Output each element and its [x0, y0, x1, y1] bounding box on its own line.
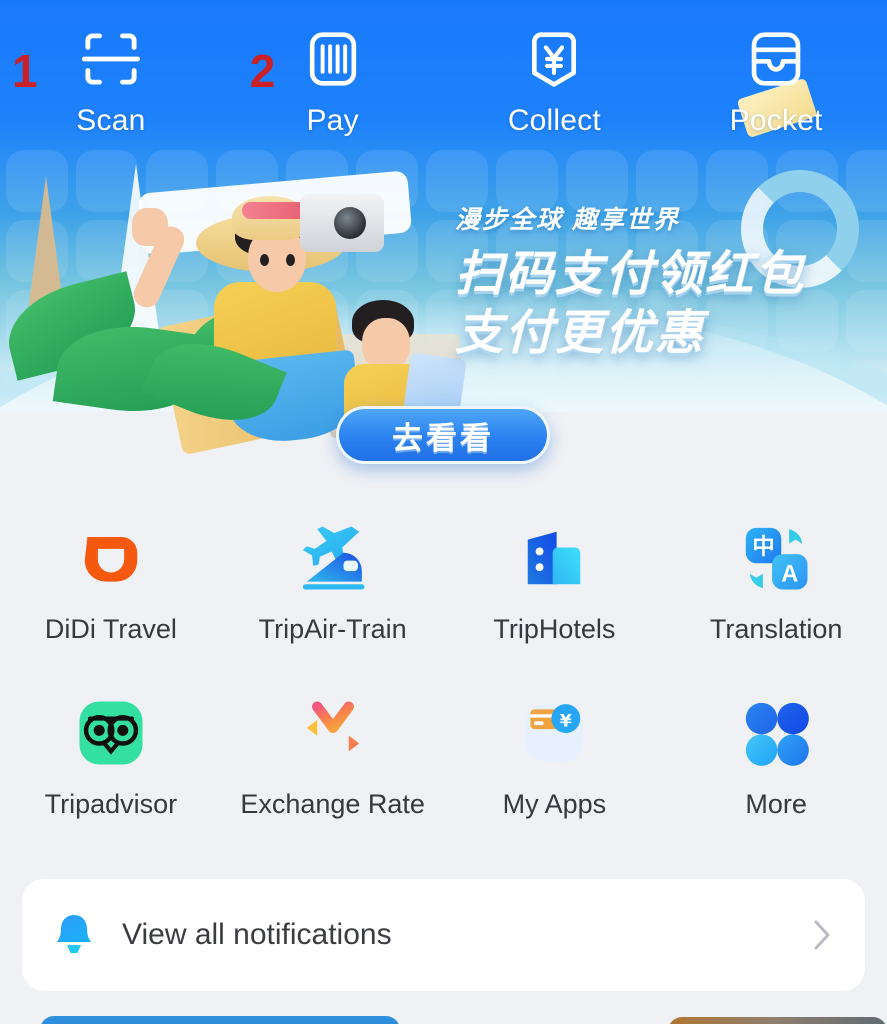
barcode-icon — [296, 22, 370, 96]
banner-copy: 漫步全球 趣享世界 扫码支付领红包 支付更优惠 — [455, 200, 805, 363]
quick-action-pay[interactable]: 2 Pay — [222, 22, 444, 162]
quick-action-collect[interactable]: Collect — [444, 22, 666, 162]
scan-icon — [74, 22, 148, 96]
quick-action-scan[interactable]: 1 Scan — [0, 22, 222, 162]
annotation-marker-1: 1 — [12, 45, 38, 97]
app-more[interactable]: More — [665, 691, 887, 820]
app-tripair-train[interactable]: TripAir-Train — [222, 516, 444, 645]
app-label: DiDi Travel — [44, 614, 177, 644]
app-tripadvisor[interactable]: Tripadvisor — [0, 691, 222, 820]
banner-headline-line1: 扫码支付领红包 — [455, 248, 806, 301]
app-exchange-rate[interactable]: Exchange Rate — [222, 691, 444, 820]
app-shortcut-grid: DiDi Travel TripAir-Train TripHotels 中 A… — [0, 516, 887, 820]
tripadvisor-owl-icon — [69, 691, 153, 775]
translate-icon: 中 A — [734, 516, 818, 600]
svg-text:¥: ¥ — [560, 711, 572, 731]
exchange-yuan-icon — [291, 691, 375, 775]
app-label: TripAir-Train — [258, 614, 407, 644]
annotation-marker-2: 2 — [249, 45, 276, 97]
svg-text:A: A — [781, 562, 798, 588]
app-translation[interactable]: 中 A Translation — [665, 516, 887, 645]
quick-action-label: Scan — [76, 104, 146, 137]
banner-cta-label: 去看看 — [392, 420, 494, 456]
plane-train-icon — [291, 516, 375, 600]
app-label: More — [745, 789, 807, 819]
svg-text:中: 中 — [753, 534, 775, 560]
app-triphotels[interactable]: TripHotels — [444, 516, 666, 645]
chevron-right-icon[interactable] — [809, 915, 835, 955]
collect-yuan-icon — [517, 22, 591, 96]
banner-cta-button[interactable]: 去看看 — [336, 406, 550, 464]
app-label: My Apps — [502, 789, 607, 819]
app-didi-travel[interactable]: DiDi Travel — [0, 516, 222, 645]
banner-headline-line2: 支付更优惠 — [455, 306, 706, 360]
pocket-icon — [739, 22, 813, 96]
quick-action-pocket[interactable]: Pocket — [665, 22, 887, 162]
app-label: TripHotels — [493, 614, 616, 644]
notifications-label: View all notifications — [122, 918, 392, 951]
hotel-buildings-icon — [512, 516, 596, 600]
app-label: Tripadvisor — [44, 789, 178, 819]
banner-subtitle: 漫步全球 趣享世界 — [455, 206, 680, 234]
quick-actions-row: 1 Scan 2 Pay Collect Pocket — [0, 22, 887, 162]
app-my-apps[interactable]: ¥ My Apps — [444, 691, 666, 820]
didi-icon — [69, 516, 153, 600]
bell-icon — [52, 912, 96, 958]
app-label: Exchange Rate — [240, 789, 425, 819]
app-home-screen: 漫步全球 趣享世界 扫码支付领红包 支付更优惠 1 Scan 2 Pay Col… — [0, 0, 887, 1024]
quick-action-label: Pay — [306, 104, 359, 137]
more-dots-icon — [734, 691, 818, 775]
next-card-preview-right[interactable] — [668, 1017, 887, 1024]
my-apps-card-icon: ¥ — [512, 691, 596, 775]
next-card-preview-left[interactable] — [40, 1016, 400, 1024]
view-all-notifications-card[interactable]: View all notifications — [22, 879, 865, 991]
quick-action-label: Collect — [507, 104, 601, 137]
quick-action-label: Pocket — [729, 104, 823, 137]
app-label: Translation — [709, 614, 843, 644]
